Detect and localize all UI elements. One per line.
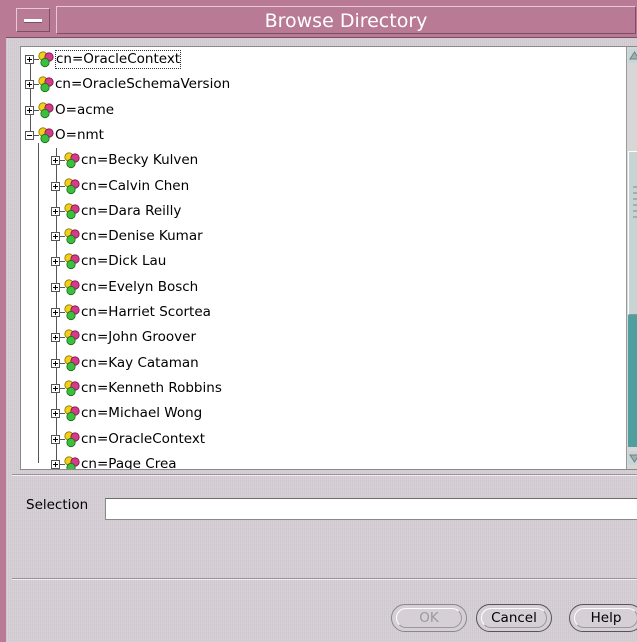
grip-mark [633,204,637,206]
expand-toggle-icon[interactable] [51,358,60,368]
expand-toggle-icon[interactable] [51,308,60,317]
title-area[interactable]: Browse Directory [56,6,636,34]
arrow-down-icon [629,454,637,463]
tree-node[interactable]: O=nmt [21,123,621,148]
tree-node-label: cn=OracleSchemaVersion [55,76,231,93]
title-bar[interactable]: Browse Directory [6,0,637,38]
directory-entry-icon [63,278,81,296]
expand-toggle-icon[interactable] [51,409,60,419]
tree-node[interactable]: cn=Kenneth Robbins [21,376,621,401]
tree-node[interactable]: cn=Kay Cataman [21,351,621,376]
help-button-label: Help [590,610,622,626]
tree-node-label: cn=Becky Kulven [81,152,199,169]
scroll-thumb[interactable] [628,151,637,315]
tree-node-label: O=acme [55,101,115,118]
tree-node[interactable]: cn=Calvin Chen [21,174,621,199]
cancel-button[interactable]: Cancel [476,604,552,632]
ok-button[interactable]: OK [391,604,467,632]
directory-entry-icon [37,126,55,144]
directory-entry-icon [63,404,81,422]
directory-entry-icon [63,227,81,245]
tree-node[interactable]: cn=Dara Reilly [21,199,621,224]
selection-input[interactable] [105,498,637,520]
directory-entry-icon [63,202,81,220]
expand-toggle-icon[interactable] [25,80,34,90]
tree-node-label: cn=Dara Reilly [81,202,182,219]
expand-toggle-icon[interactable] [51,383,60,393]
directory-entry-icon [63,177,81,195]
grip-mark [633,216,637,218]
directory-entry-icon [63,354,81,372]
minus-icon [24,19,42,22]
tree-node[interactable]: cn=Page Crea [21,452,621,469]
tree-node-label: cn=Page Crea [81,455,177,469]
directory-entry-icon [37,75,55,93]
expand-toggle-icon[interactable] [51,206,60,216]
tree-node-label: cn=Harriet Scortea [81,304,211,320]
tree-node-label: cn=John Groover [81,329,197,346]
directory-entry-icon [63,151,81,169]
directory-entry-icon [37,101,55,119]
tree-node[interactable]: cn=Michael Wong [21,401,621,426]
tree-node[interactable]: cn=OracleSchemaVersion [21,72,621,97]
grip-mark [633,192,637,194]
tree-node-label: cn=Calvin Chen [81,177,190,194]
tree-node-label: cn=Evelyn Bosch [81,278,199,295]
tree-node-label: cn=OracleContext [55,50,182,69]
grip-mark [633,198,637,200]
tree-node-label: cn=Kay Cataman [81,354,199,371]
tree-node-label: cn=Dick Lau [81,253,167,270]
tree-node[interactable]: cn=Harriet Scortea [21,300,621,325]
tree-node-label: cn=Denise Kumar [81,228,203,245]
tree-node[interactable]: cn=Denise Kumar [21,224,621,249]
directory-entry-icon [63,430,81,448]
directory-entry-icon [63,455,81,469]
collapse-toggle-icon[interactable] [25,130,34,140]
directory-entry-icon [37,50,55,68]
tree-node[interactable]: cn=Dick Lau [21,249,621,274]
tree-node[interactable]: cn=Becky Kulven [21,148,621,173]
expand-toggle-icon[interactable] [51,459,60,469]
tree-node-label: cn=Kenneth Robbins [81,379,222,396]
directory-entry-icon [63,303,81,321]
expand-toggle-icon[interactable] [25,55,34,64]
tree-node[interactable]: O=acme [21,98,621,123]
scroll-down-arrow[interactable] [628,451,637,465]
tree-node-label: cn=Michael Wong [81,405,203,422]
expand-toggle-icon[interactable] [25,105,34,115]
expand-toggle-icon[interactable] [51,181,60,191]
tree-node[interactable]: cn=Evelyn Bosch [21,275,621,300]
cancel-button-label: Cancel [491,610,537,626]
tree-node-label: cn=OracleContext [81,430,206,447]
grip-mark [633,210,637,212]
tree-node[interactable]: cn=OracleContext [21,427,621,452]
expand-toggle-icon[interactable] [51,333,60,343]
directory-entry-icon [63,328,81,346]
separator [12,578,637,580]
scroll-track[interactable] [628,315,637,447]
expand-toggle-icon[interactable] [51,257,60,267]
directory-entry-icon [63,379,81,397]
ok-button-label: OK [419,610,439,626]
expand-toggle-icon[interactable] [51,156,60,166]
expand-toggle-icon[interactable] [51,434,60,444]
help-button[interactable]: Help [569,604,637,632]
scroll-up-arrow[interactable] [628,49,637,63]
tree-node[interactable]: cn=John Groover [21,325,621,350]
tree-node-label: O=nmt [55,126,104,143]
tree-node[interactable]: cn=OracleContext [21,47,621,72]
window-title: Browse Directory [264,10,428,32]
arrow-up-icon [629,51,637,60]
window-menu-button[interactable] [16,8,50,32]
expand-toggle-icon[interactable] [51,282,60,292]
separator [12,474,637,476]
directory-entry-icon [63,252,81,270]
browse-directory-dialog: Browse Directory cn=OracleContext cn=Orac… [0,0,637,642]
tree-content: cn=OracleContext cn=OracleSchemaVersion O=… [21,47,627,469]
expand-toggle-icon[interactable] [51,232,60,242]
vertical-scrollbar[interactable] [626,47,637,469]
directory-tree[interactable]: cn=OracleContext cn=OracleSchemaVersion O=… [20,46,637,470]
selection-label: Selection [26,497,89,513]
grip-mark [633,186,637,188]
